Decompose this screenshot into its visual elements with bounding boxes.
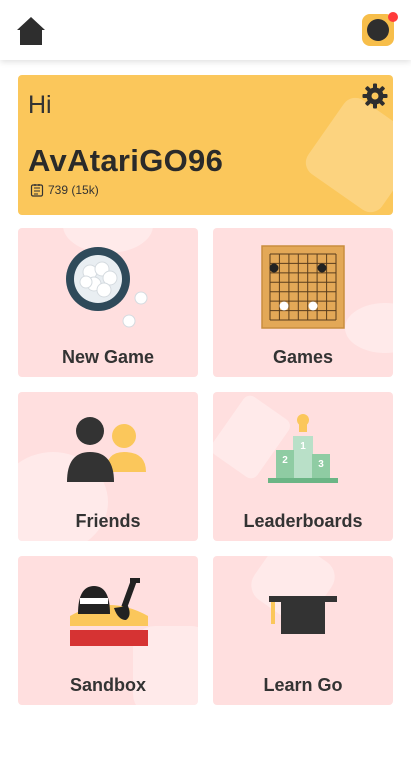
settings-button[interactable]: [362, 83, 388, 109]
top-bar: [0, 0, 411, 60]
gear-icon: [362, 83, 388, 109]
tile-leaderboards[interactable]: 1 2 3 Leaderboards: [213, 392, 393, 541]
tile-label: Sandbox: [69, 675, 146, 695]
podium-icon: 1 2 3: [268, 414, 338, 483]
notification-button[interactable]: [362, 12, 398, 46]
tile-games[interactable]: Games: [213, 228, 393, 377]
tile-sandbox[interactable]: Sandbox: [18, 556, 198, 705]
svg-text:2: 2: [282, 455, 288, 466]
rating-icon: [30, 184, 44, 197]
tile-decoration: [345, 303, 393, 353]
tile-new-game[interactable]: New Game: [18, 228, 198, 377]
sandbox-icon: [70, 578, 148, 646]
notification-badge: [388, 12, 398, 22]
profile-card: Hi AvAtariGO96 739 (15k): [18, 75, 393, 215]
tile-friends[interactable]: Friends: [18, 392, 198, 541]
go-stones-bowl-icon: [66, 247, 148, 328]
profile-card-decoration: [300, 92, 393, 215]
tile-learn-go[interactable]: Learn Go: [213, 556, 393, 705]
home-icon: [17, 17, 45, 45]
go-board-icon: [261, 245, 345, 329]
friends-icon: [67, 417, 146, 482]
tile-label: Games: [272, 347, 334, 367]
tile-label: New Game: [61, 347, 155, 367]
greeting-text: Hi: [28, 91, 52, 119]
tile-label: Leaderboards: [243, 511, 363, 531]
rating-row: 739 (15k): [30, 183, 99, 197]
tile-label: Learn Go: [263, 675, 343, 695]
graduation-cap-icon: [269, 596, 337, 634]
tile-label: Friends: [75, 511, 141, 531]
home-button[interactable]: [16, 15, 46, 46]
svg-text:3: 3: [318, 459, 324, 470]
notification-icon: [367, 19, 389, 41]
svg-text:1: 1: [300, 441, 306, 452]
username: AvAtariGO96: [28, 143, 224, 178]
rating-text: 739 (15k): [48, 183, 99, 197]
